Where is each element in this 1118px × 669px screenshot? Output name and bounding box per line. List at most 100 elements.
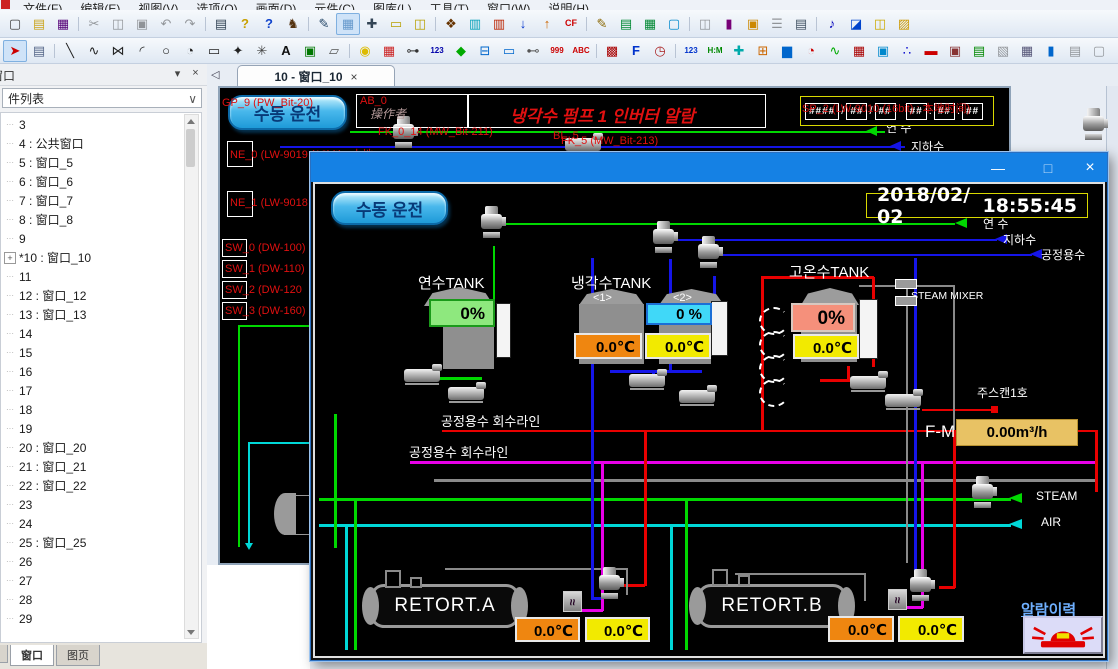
- alarm-display-icon[interactable]: ▣: [943, 40, 967, 62]
- bar-graph-icon[interactable]: ▆: [775, 40, 799, 62]
- tree-item[interactable]: 14: [1, 324, 201, 343]
- sep[interactable]: [202, 14, 209, 34]
- tree-item[interactable]: 20 : 窗口_20: [1, 438, 201, 457]
- pie-icon[interactable]: ◔: [178, 40, 202, 62]
- compile-icon[interactable]: ❖: [439, 13, 463, 35]
- tree-item[interactable]: 13 : 窗口_13: [1, 305, 201, 324]
- sep[interactable]: [305, 14, 312, 34]
- csv-icon[interactable]: ▤: [614, 13, 638, 35]
- picture-box-icon[interactable]: ▣: [871, 40, 895, 62]
- word-switch-icon[interactable]: 123: [425, 40, 449, 62]
- tree-item[interactable]: 29: [1, 609, 201, 628]
- connector-icon[interactable]: ⋈: [106, 40, 130, 62]
- time-display-icon[interactable]: H:M: [703, 40, 727, 62]
- operation-log-icon[interactable]: ▢: [1087, 40, 1111, 62]
- polygon-icon[interactable]: ✦: [226, 40, 250, 62]
- download-icon[interactable]: ↓: [511, 13, 535, 35]
- undo-icon[interactable]: ↶: [154, 13, 178, 35]
- tree-item[interactable]: 7 : 窗口_7: [1, 191, 201, 210]
- tree-item[interactable]: 26: [1, 552, 201, 571]
- panel-collapse-icon[interactable]: ▾: [170, 67, 185, 80]
- paste-icon[interactable]: ▣: [130, 13, 154, 35]
- barcode-icon[interactable]: ▩: [600, 40, 624, 62]
- sep[interactable]: [346, 41, 353, 61]
- tree-item[interactable]: 17: [1, 381, 201, 400]
- dock-tab-fragment[interactable]: [0, 645, 8, 663]
- copy-icon[interactable]: ◫: [106, 13, 130, 35]
- panel-close-icon[interactable]: ×: [188, 67, 203, 79]
- sep[interactable]: [593, 41, 600, 61]
- circle-icon[interactable]: ○: [154, 40, 178, 62]
- library-icon[interactable]: ♞: [281, 13, 305, 35]
- group-list-icon[interactable]: ☰: [765, 13, 789, 35]
- arc-icon[interactable]: ◜: [130, 40, 154, 62]
- upload-icon[interactable]: ↑: [535, 13, 559, 35]
- tree-item[interactable]: 28: [1, 590, 201, 609]
- tag-icon[interactable]: ◪: [844, 13, 868, 35]
- schedule-icon[interactable]: ▦: [1015, 40, 1039, 62]
- tree-item[interactable]: 11: [1, 267, 201, 286]
- numeric-display-icon[interactable]: 123: [679, 40, 703, 62]
- scroll-up-icon[interactable]: [185, 115, 196, 127]
- tab-scroll-left-icon[interactable]: ◁: [211, 68, 219, 81]
- menu-item[interactable]: 视图(V): [129, 1, 187, 10]
- runtime-titlebar[interactable]: — □ ×: [311, 153, 1107, 182]
- burst-icon[interactable]: ✳: [250, 40, 274, 62]
- slider-icon[interactable]: ⊷: [521, 40, 545, 62]
- simulate-offline-icon[interactable]: ▥: [487, 13, 511, 35]
- scroll-down-icon[interactable]: [185, 626, 196, 638]
- polyline-icon[interactable]: ∿: [82, 40, 106, 62]
- tree-item[interactable]: 5 : 窗口_5: [1, 153, 201, 172]
- alarm-history-button[interactable]: [1023, 616, 1103, 654]
- context-help-icon[interactable]: ?: [257, 13, 281, 35]
- tree-item[interactable]: 25 : 窗口_25: [1, 533, 201, 552]
- scroll-thumb[interactable]: [186, 129, 195, 167]
- numeric-999-icon[interactable]: 999: [545, 40, 569, 62]
- tree-item[interactable]: 24: [1, 514, 201, 533]
- pen-icon[interactable]: ✎: [312, 13, 336, 35]
- sep[interactable]: [51, 41, 58, 61]
- line-icon[interactable]: ╲: [58, 40, 82, 62]
- sep[interactable]: [672, 41, 679, 61]
- dock-tab[interactable]: 窗口: [10, 645, 54, 666]
- fkey-icon[interactable]: F: [624, 40, 648, 62]
- tree-item[interactable]: 22 : 窗口_22: [1, 476, 201, 495]
- minimize-button[interactable]: —: [983, 153, 1013, 182]
- manual-operation-button[interactable]: 수동 운전: [331, 191, 448, 225]
- move-icon[interactable]: ✚: [727, 40, 751, 62]
- maximize-button[interactable]: □: [1033, 153, 1063, 182]
- menu-item[interactable]: 元件(C): [305, 1, 364, 10]
- new-file-icon[interactable]: ▢: [3, 13, 27, 35]
- tree-item[interactable]: 4 : 公共窗口: [1, 134, 201, 153]
- rect-icon[interactable]: ▭: [202, 40, 226, 62]
- tree-item[interactable]: 16: [1, 362, 201, 381]
- history-table-icon[interactable]: ▦: [847, 40, 871, 62]
- dock-tab[interactable]: 图页: [56, 645, 100, 666]
- flow-icon[interactable]: ⊞: [751, 40, 775, 62]
- macro-icon[interactable]: ▨: [892, 13, 916, 35]
- windows-stack-icon[interactable]: ◫: [408, 13, 432, 35]
- menu-item[interactable]: 窗口(W): [478, 1, 539, 10]
- meter-icon[interactable]: ◔: [799, 40, 823, 62]
- monitor-icon[interactable]: ▢: [662, 13, 686, 35]
- help-icon[interactable]: ?: [233, 13, 257, 35]
- object-list-combo[interactable]: 件列表 ∨: [2, 88, 202, 108]
- tree-item[interactable]: 23: [1, 495, 201, 514]
- simulate-online-icon[interactable]: ▥: [463, 13, 487, 35]
- menu-item[interactable]: 说明(H): [539, 1, 598, 10]
- menu-item[interactable]: 编辑(E): [71, 1, 129, 10]
- sep[interactable]: [686, 14, 693, 34]
- tree-item[interactable]: 8 : 窗口_8: [1, 210, 201, 229]
- sep[interactable]: [583, 14, 590, 34]
- open-file-icon[interactable]: ▤: [27, 13, 51, 35]
- edit-data-icon[interactable]: ✎: [590, 13, 614, 35]
- tags-icon[interactable]: ◫: [868, 13, 892, 35]
- tab-window-10[interactable]: 10 - 窗口_10 ×: [237, 65, 395, 87]
- print-icon[interactable]: ▤: [209, 13, 233, 35]
- sep[interactable]: [813, 14, 820, 34]
- close-button[interactable]: ×: [1075, 153, 1105, 182]
- properties-icon[interactable]: ▤: [27, 40, 51, 62]
- select-pointer-icon[interactable]: ➤: [3, 40, 27, 62]
- tree-item[interactable]: 15: [1, 343, 201, 362]
- tree-item[interactable]: 27: [1, 571, 201, 590]
